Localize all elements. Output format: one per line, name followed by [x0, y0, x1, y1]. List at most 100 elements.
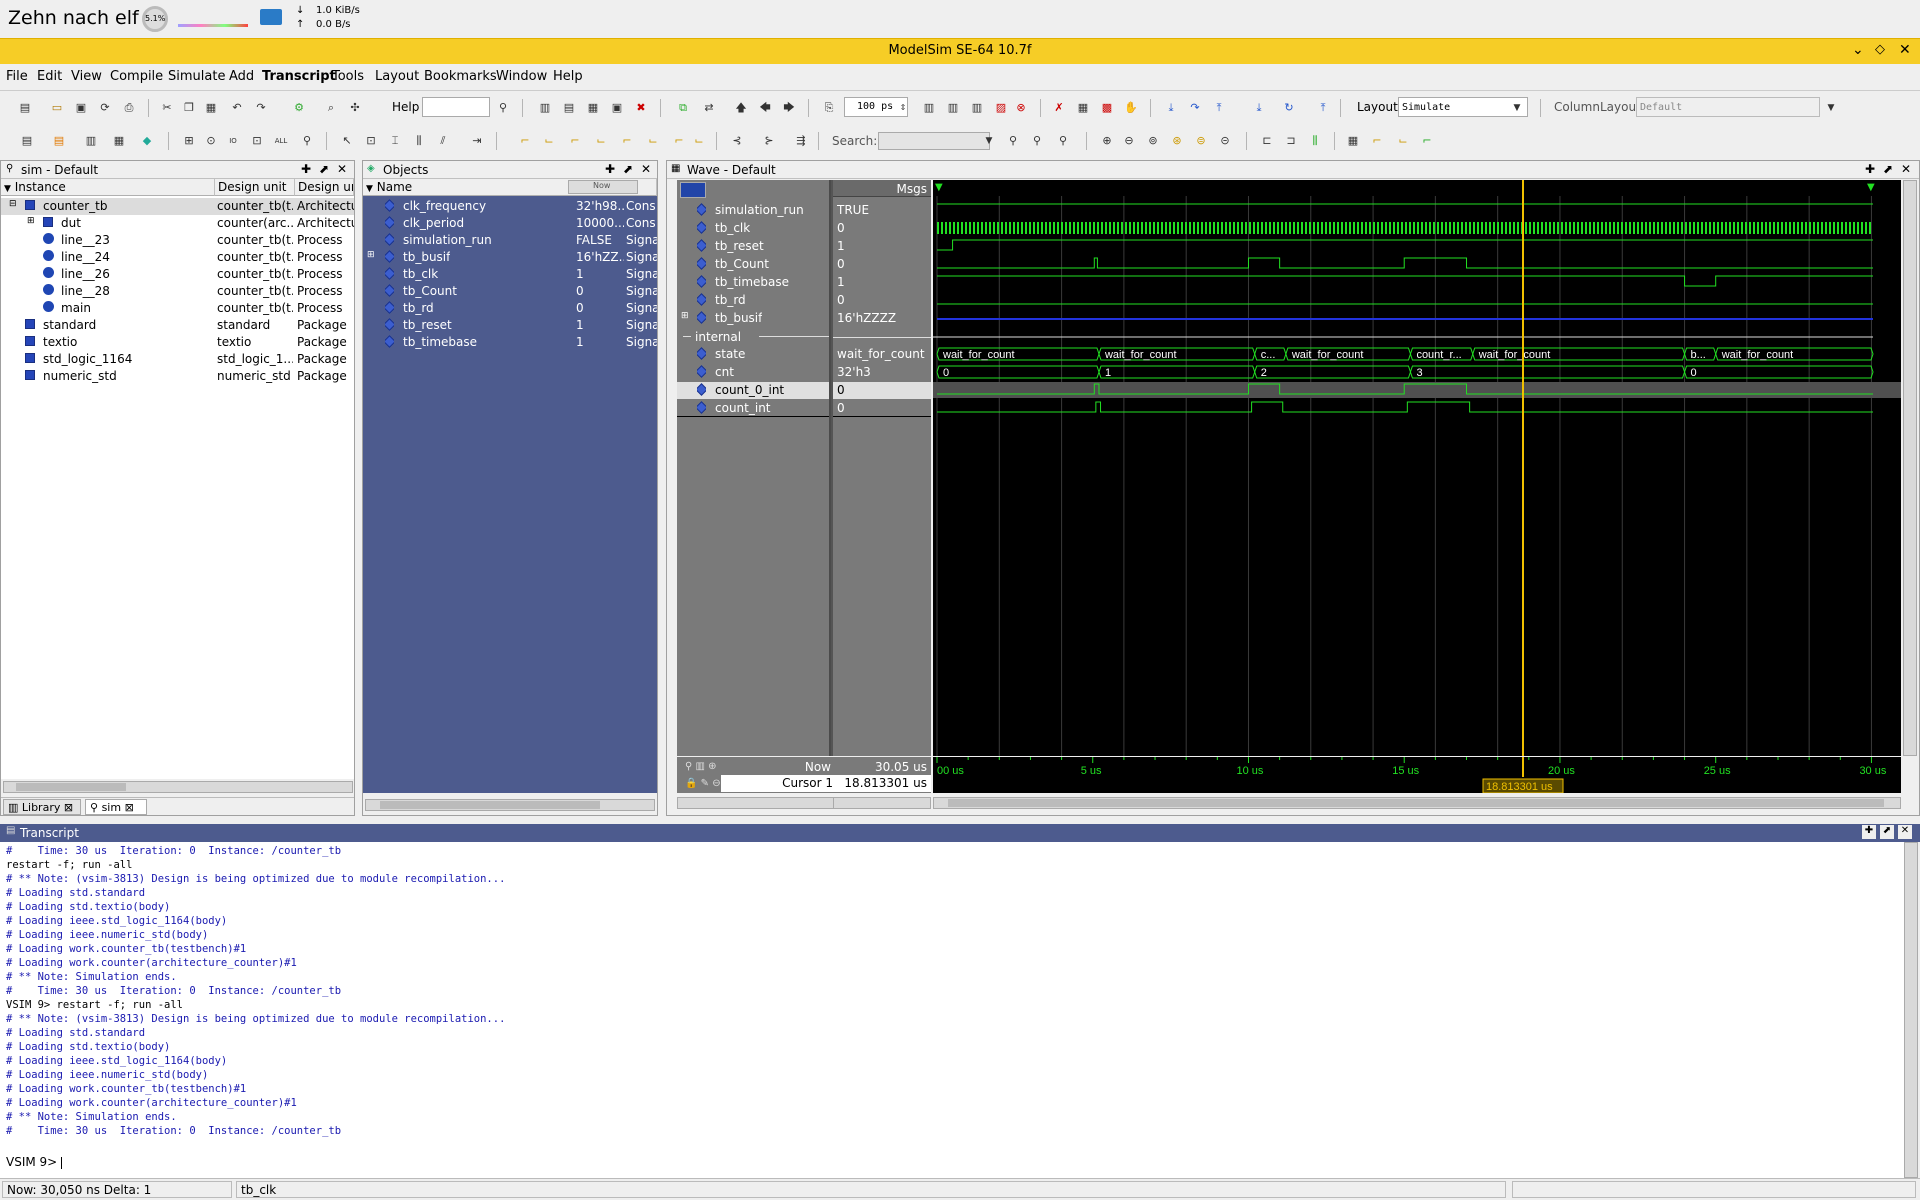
format-icon-3[interactable]: IO — [224, 132, 242, 150]
save-icon[interactable]: ▣ — [72, 99, 90, 117]
col-instance[interactable]: ▼ Instance — [1, 179, 215, 196]
close-pane-icon[interactable]: ✕ — [641, 162, 651, 176]
format-icon-4[interactable]: ⊡ — [248, 132, 266, 150]
menu-bookmarks[interactable]: Bookmarks — [424, 69, 497, 84]
find-icon[interactable]: ⌕ — [322, 99, 340, 117]
col-design-unit[interactable]: Design unit — [215, 179, 295, 196]
object-row[interactable]: ⊞tb_busif16'hZZ...Signa — [363, 249, 657, 266]
search-prev-icon[interactable]: ⚲ — [1004, 132, 1022, 150]
add-pane-icon[interactable]: ✚ — [605, 162, 615, 176]
help-input[interactable] — [422, 97, 490, 117]
dataflow-icon[interactable]: ⇥ — [468, 132, 486, 150]
names-hscroll[interactable] — [677, 797, 835, 809]
trace-icon-1[interactable]: ⊰ — [728, 132, 746, 150]
edge-icon-5[interactable]: ⌐ — [618, 132, 636, 150]
tree-row[interactable]: line__26counter_tb(t...Process — [1, 266, 354, 283]
wave-signal-name[interactable]: tb_Count — [677, 256, 839, 273]
tree-row[interactable]: standard standard Package — [1, 317, 354, 334]
zoom-out-icon[interactable]: ⊖ — [1120, 132, 1138, 150]
break-icon[interactable]: ✖ — [632, 99, 650, 117]
wave-hscroll[interactable] — [933, 797, 1901, 809]
redo-icon[interactable]: ↷ — [252, 99, 270, 117]
reload-icon[interactable]: ⟳ — [96, 99, 114, 117]
column-layout-select[interactable]: Default — [1636, 97, 1820, 117]
chevron-down-icon[interactable]: ▼ — [980, 132, 998, 150]
paste-icon[interactable]: ▦ — [202, 99, 220, 117]
edit-icon[interactable]: ⌶ — [386, 132, 404, 150]
zoom-cursor-icon[interactable]: ⊛ — [1168, 132, 1186, 150]
wave-signal-name[interactable]: simulation_run — [677, 202, 839, 219]
tab-sim[interactable]: ⚲ sim ⊠ — [85, 799, 147, 815]
continue-icon[interactable]: ▥ — [944, 99, 962, 117]
back-icon[interactable]: 🡄 — [756, 99, 774, 117]
window-title-bar[interactable]: ModelSim SE-64 10.7f ⌄ ◇ ✕ — [0, 38, 1920, 64]
object-row[interactable]: tb_reset 1 Signa — [363, 317, 657, 334]
print-icon[interactable]: ⎙ — [120, 99, 138, 117]
stop-icon[interactable]: ▨ — [992, 99, 1010, 117]
menu-edit[interactable]: Edit — [37, 69, 62, 84]
add-pane-icon[interactable]: ✚ — [301, 162, 311, 176]
undock-icon[interactable]: ⬈ — [623, 162, 633, 176]
format-icon-5[interactable]: ALL — [272, 132, 290, 150]
folder-icon[interactable] — [260, 9, 282, 25]
undo-icon[interactable]: ↶ — [228, 99, 246, 117]
format-icon-6[interactable]: ⚲ — [298, 132, 316, 150]
tree-row[interactable]: numeric_std numeric_std Package — [1, 368, 354, 385]
time-axis[interactable]: 00 us 5 us 10 us 15 us 20 us 25 us 30 us 18.813… — [933, 757, 1901, 793]
sim-hscroll[interactable] — [3, 781, 353, 793]
menu-layout[interactable]: Layout — [375, 69, 419, 84]
col-design-type[interactable]: Design un — [295, 179, 354, 196]
wave-signal-name[interactable]: tb_reset — [677, 238, 839, 255]
breakpoints-icon[interactable]: ▩ — [1098, 99, 1116, 117]
hand-icon[interactable]: ✋ — [1122, 99, 1140, 117]
tree-row[interactable]: textio textio Package — [1, 334, 354, 351]
trace-icon-3[interactable]: ⇶ — [792, 132, 810, 150]
search-next-icon[interactable]: ⚲ — [1028, 132, 1046, 150]
cpu-gauge[interactable]: 5.1% — [142, 6, 168, 32]
tree-row[interactable]: line__23counter_tb(t...Process — [1, 232, 354, 249]
step-out-icon[interactable]: ⤒ — [1210, 99, 1228, 117]
edge-icon-3[interactable]: ⌐ — [566, 132, 584, 150]
wave-icon-3[interactable]: ⫼ — [1306, 132, 1324, 150]
wave-menu-icon[interactable] — [680, 182, 706, 198]
values-hscroll[interactable] — [833, 797, 931, 809]
add-dataflow-icon[interactable]: ▦ — [110, 132, 128, 150]
edge-icon-8[interactable]: ⌙ — [690, 132, 708, 150]
delete-cursor-icon[interactable]: ⫽ — [434, 132, 452, 150]
menu-window[interactable]: Window — [496, 69, 547, 84]
edge-icon-4[interactable]: ⌙ — [592, 132, 610, 150]
trace-icon-2[interactable]: ⊱ — [760, 132, 778, 150]
zoom-last-icon[interactable]: ⊜ — [1192, 132, 1210, 150]
add-pane-icon[interactable]: ✚ — [1862, 825, 1876, 839]
tree-row[interactable]: std_logic_1164 std_logic_1... Package — [1, 351, 354, 368]
open-icon[interactable]: ▭ — [48, 99, 66, 117]
transcript-prompt[interactable]: VSIM 9> — [6, 1155, 63, 1169]
chevron-down-icon[interactable]: ▼ — [1822, 99, 1840, 117]
now-filter-toggle[interactable]: Now — [568, 180, 638, 194]
wave-signal-name[interactable]: cnt — [677, 364, 839, 381]
step-over-icon[interactable]: ⇄ — [700, 99, 718, 117]
ignore-icon[interactable]: ✗ — [1050, 99, 1068, 117]
object-row[interactable]: tb_clk 1 Signa — [363, 266, 657, 283]
menu-help[interactable]: Help — [553, 69, 583, 84]
wave-icon-7[interactable]: ⌐ — [1418, 132, 1436, 150]
minimize-icon[interactable]: ⌄ — [1852, 42, 1864, 58]
tree-row[interactable]: ⊞ dut counter(arc... Architectu — [1, 215, 354, 232]
cursor-tools-icon[interactable]: ⚲ ▥ ⊕ — [685, 761, 717, 772]
run-all-icon[interactable]: ▥ — [968, 99, 986, 117]
close-pane-icon[interactable]: ✕ — [1898, 825, 1912, 839]
wave-icon-6[interactable]: ⌙ — [1394, 132, 1412, 150]
chevron-down-icon[interactable]: ▼ — [1508, 99, 1526, 117]
wave-vscroll[interactable] — [1903, 180, 1917, 756]
restart-icon[interactable]: ⎘ — [820, 99, 838, 117]
step-into-icon[interactable]: ⤓ — [1162, 99, 1180, 117]
object-row[interactable]: clk_frequency 32'h98... Cons — [363, 198, 657, 215]
wave-signal-name[interactable]: state — [677, 346, 839, 363]
transcript-body[interactable]: # Time: 30 us Iteration: 0 Instance: /co… — [0, 842, 1904, 1178]
run-icon[interactable]: ▥ — [920, 99, 938, 117]
cut-icon[interactable]: ✂ — [158, 99, 176, 117]
up-arrow-icon[interactable]: 🡅 — [732, 99, 750, 117]
add-wave-icon[interactable]: ▤ — [18, 132, 36, 150]
format-icon-1[interactable]: ⊞ — [180, 132, 198, 150]
menu-simulate[interactable]: Simulate — [168, 69, 225, 84]
